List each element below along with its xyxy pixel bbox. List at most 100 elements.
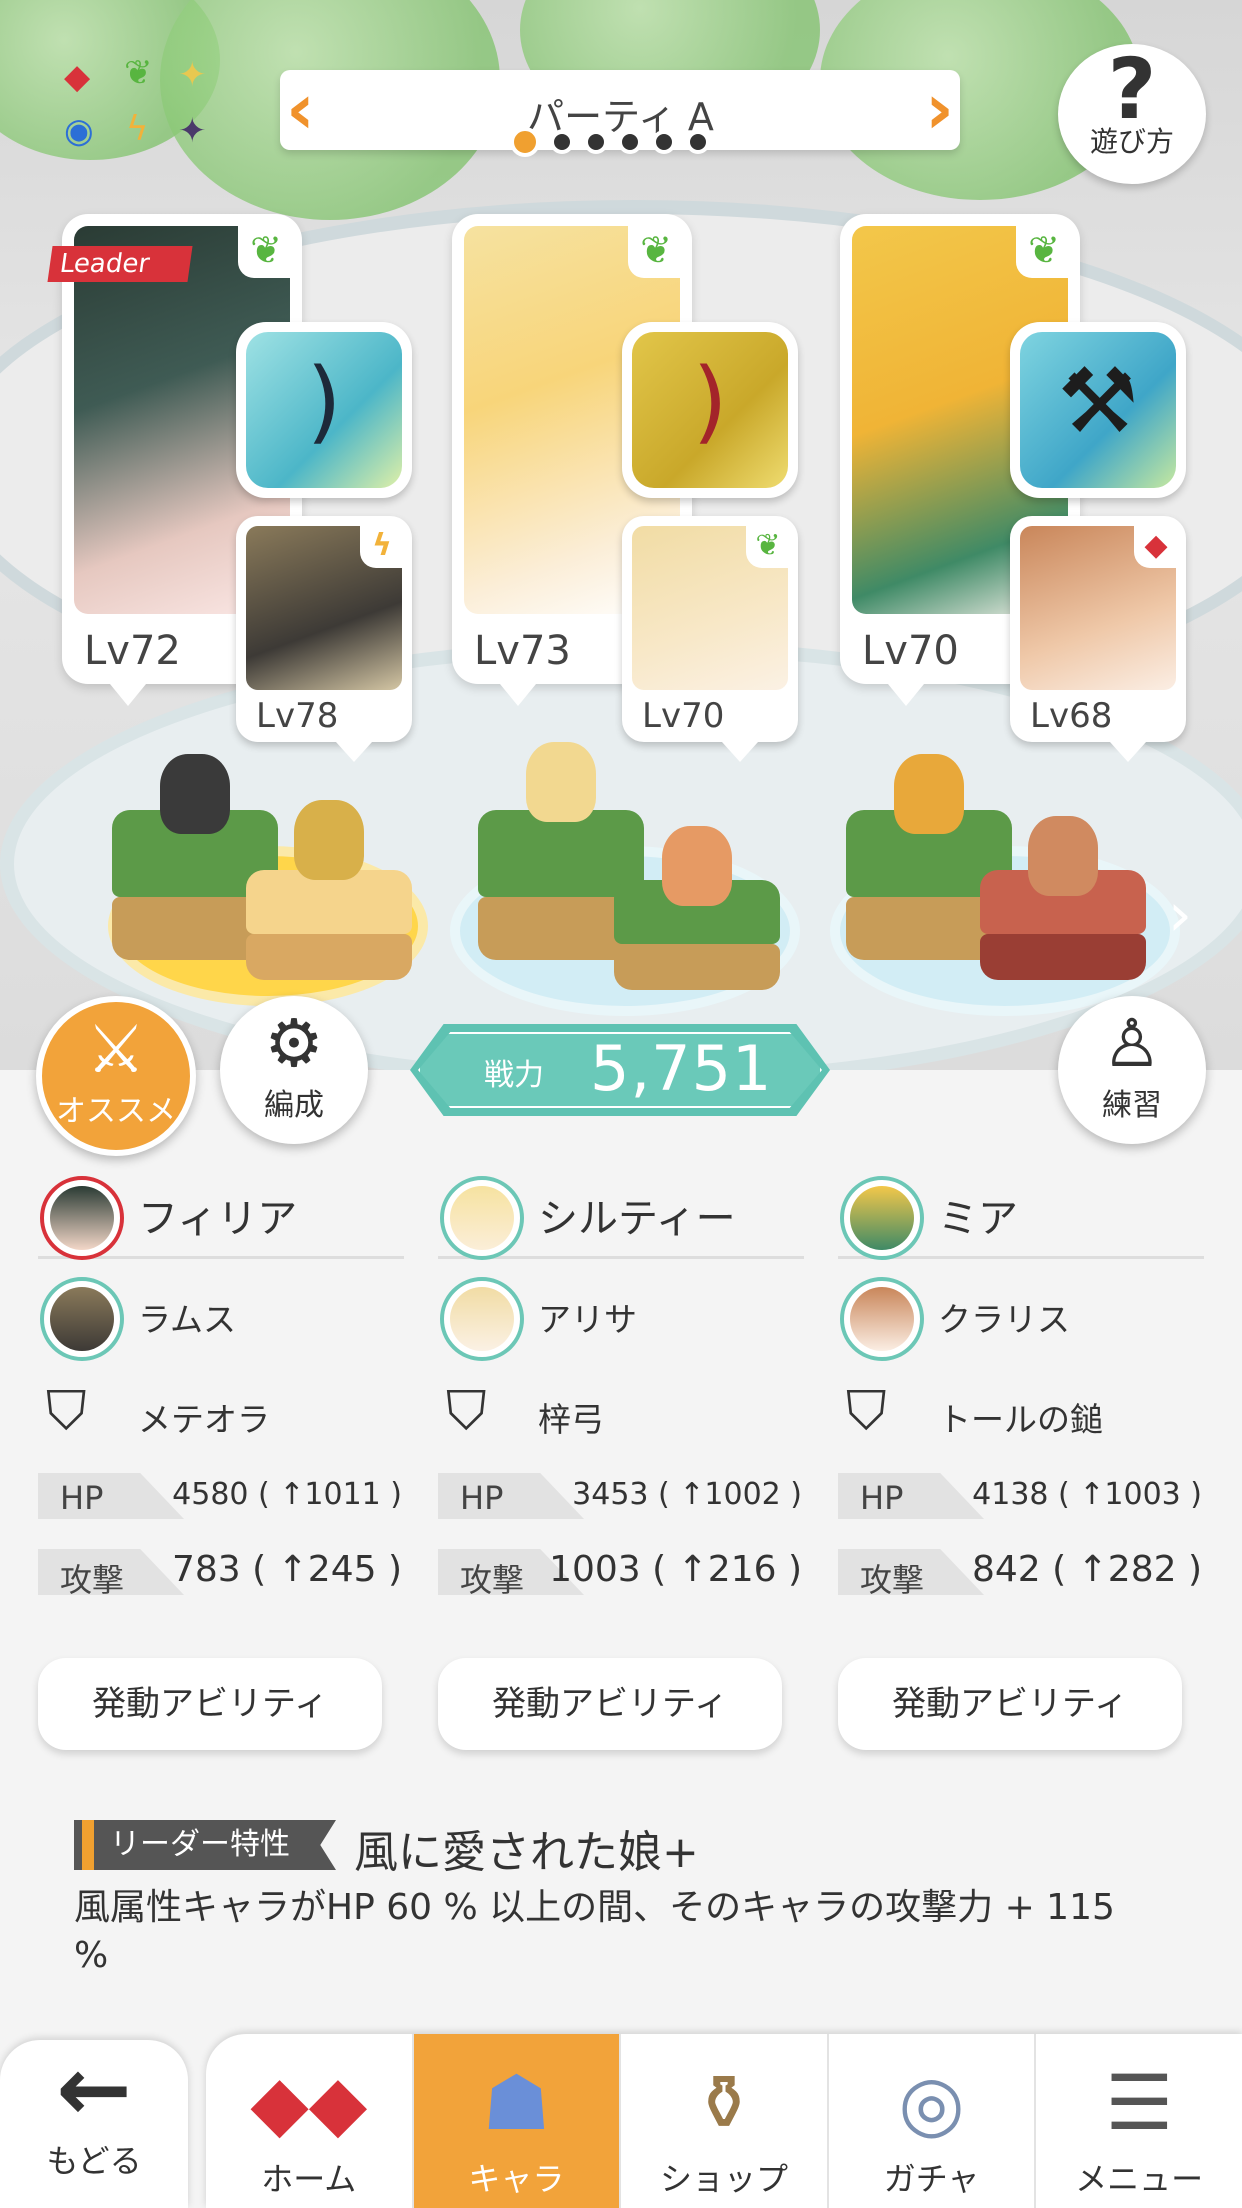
bow-icon: ): [692, 349, 728, 454]
chibi-sprite[interactable]: [1028, 816, 1098, 896]
hp-value: 4138 ( ↑1003 ): [972, 1477, 1202, 1512]
avatar-face: [850, 1287, 914, 1351]
shop-bag-icon: ⚱: [692, 2058, 756, 2147]
weapon-row[interactable]: ⛉ トールの鎚: [838, 1359, 1204, 1459]
avatar: [440, 1176, 524, 1260]
element-chart[interactable]: ◆ ❦ ✦ ◉ ϟ ✦: [60, 56, 220, 156]
page-dot[interactable]: [550, 130, 574, 154]
sub-character-row[interactable]: ラムス: [38, 1259, 404, 1361]
weapon-slot[interactable]: ⚒: [1010, 322, 1186, 498]
sub-character-level: Lv68: [1030, 696, 1113, 736]
nav-gacha[interactable]: ◎ ガチャ: [829, 2034, 1037, 2208]
recommend-label: オススメ: [56, 1094, 176, 1129]
leader-skill-name: 風に愛された娘+: [354, 1827, 699, 1878]
circle-icon: ◉: [64, 111, 94, 151]
ability-button[interactable]: 発動アビリティ: [38, 1658, 382, 1750]
power-value: 5,751: [590, 1032, 773, 1105]
character-icon: ☗: [482, 2058, 551, 2147]
weapon-row[interactable]: ⛉ メテオラ: [38, 1359, 404, 1459]
bow-icon: ): [306, 349, 342, 454]
nav-home[interactable]: ◆◆ ホーム: [206, 2034, 414, 2208]
attack-label: 攻撃: [860, 1561, 925, 1599]
chibi-sprite[interactable]: [662, 826, 732, 906]
avatar-face: [450, 1287, 514, 1351]
formation-label: 編成: [264, 1088, 324, 1123]
back-label: もどる: [46, 2142, 142, 2180]
attack-tag: 攻撃: [38, 1549, 184, 1595]
power-label: 戦力: [484, 1058, 544, 1093]
main-character-row[interactable]: シルティー: [438, 1172, 804, 1260]
sub-character-row[interactable]: クラリス: [838, 1259, 1204, 1361]
avatar-face: [50, 1186, 114, 1250]
sub-character-row[interactable]: アリサ: [438, 1259, 804, 1361]
practice-label: 練習: [1102, 1088, 1162, 1123]
page-dot[interactable]: [652, 130, 676, 154]
sub-character-card[interactable]: ◆ Lv68: [1010, 516, 1186, 742]
pixel-block-sand: [246, 870, 412, 980]
avatar: [440, 1277, 524, 1361]
help-button[interactable]: ? 遊び方: [1058, 44, 1206, 184]
hp-stat: HP 3453 ( ↑1002 ): [438, 1459, 804, 1535]
nav-shop[interactable]: ⚱ ショップ: [621, 2034, 829, 2208]
avatar: [840, 1176, 924, 1260]
formation-button[interactable]: ⚙ 編成: [220, 996, 368, 1144]
chibi-sprite[interactable]: [294, 800, 364, 880]
character-level: Lv72: [84, 628, 181, 674]
chibi-sprite[interactable]: [526, 742, 596, 822]
weapon-slot[interactable]: ): [622, 322, 798, 498]
sub-character-card[interactable]: ❦ Lv70: [622, 516, 798, 742]
main-character-row[interactable]: フィリア: [38, 1172, 404, 1260]
nav-label: ホーム: [261, 2160, 357, 2198]
page-dot[interactable]: [584, 130, 608, 154]
nav-chara[interactable]: ☗ キャラ: [413, 2034, 622, 2208]
attack-stat: 攻撃 842 ( ↑282 ): [838, 1535, 1204, 1611]
hp-stat: HP 4580 ( ↑1011 ): [38, 1459, 404, 1535]
chibi-sprite[interactable]: [160, 754, 230, 834]
card-tail: [888, 684, 924, 706]
weapon-shield-icon: ⛉: [846, 1379, 887, 1442]
sub-character-name: アリサ: [538, 1300, 637, 1339]
sub-character-card[interactable]: ϟ Lv78: [236, 516, 412, 742]
ability-button[interactable]: 発動アビリティ: [438, 1658, 782, 1750]
member-column: フィリア ラムス ⛉ メテオラ HP 4580 ( ↑1011 ) 攻撃 783…: [38, 1172, 404, 1611]
scroll-right-chevron-icon[interactable]: ›: [1168, 880, 1192, 950]
avatar: [40, 1277, 124, 1361]
next-party-arrow-icon[interactable]: ›: [925, 74, 954, 144]
sub-character-level: Lv70: [642, 696, 725, 736]
weapon-shield-icon: ⛉: [446, 1379, 487, 1442]
back-arrow-icon: ←: [56, 2037, 132, 2142]
character-level: Lv70: [862, 628, 959, 674]
practice-button[interactable]: ♙ 練習: [1058, 996, 1206, 1144]
menu-list-icon: ☰: [1105, 2058, 1174, 2147]
sub-character-level: Lv78: [256, 696, 339, 736]
recommend-button[interactable]: ⚔ オススメ: [36, 996, 196, 1156]
wind-element-icon: ❦: [1016, 222, 1072, 278]
main-character-row[interactable]: ミア: [838, 1172, 1204, 1260]
nav-menu[interactable]: ☰ メニュー: [1036, 2034, 1242, 2208]
bolt-icon: ϟ: [126, 109, 149, 149]
page-dot-active[interactable]: [510, 127, 540, 157]
weapon-row[interactable]: ⛉ 梓弓: [438, 1359, 804, 1459]
chibi-sprite[interactable]: [894, 754, 964, 834]
weapon-slot[interactable]: ): [236, 322, 412, 498]
combat-power-display: 戦力 5,751: [410, 1024, 830, 1116]
card-tail: [722, 742, 758, 762]
diamond-icon: ◆: [64, 57, 91, 97]
character-level: Lv73: [474, 628, 571, 674]
card-tail: [336, 742, 372, 762]
sub-character-name: ラムス: [138, 1300, 237, 1339]
ability-button[interactable]: 発動アビリティ: [838, 1658, 1182, 1750]
nav-label: キャラ: [468, 2160, 565, 2198]
fire-element-icon: ◆: [1134, 524, 1178, 568]
bottom-nav: ← もどる ◆◆ ホーム ☗ キャラ ⚱ ショップ ◎ ガチャ ☰ メニュー: [0, 2030, 1242, 2208]
main-character-name: シルティー: [538, 1196, 736, 1242]
recommend-icon: ⚔: [86, 1011, 146, 1088]
hp-value: 3453 ( ↑1002 ): [572, 1477, 802, 1512]
wind-element-icon: ❦: [238, 222, 294, 278]
page-dot[interactable]: [686, 130, 710, 154]
back-button[interactable]: ← もどる: [0, 2040, 188, 2208]
leader-skill-tag: リーダー特性: [74, 1820, 336, 1870]
nav-tabs: ◆◆ ホーム ☗ キャラ ⚱ ショップ ◎ ガチャ ☰ メニュー: [206, 2034, 1242, 2208]
wind-element-icon: ❦: [628, 222, 684, 278]
page-dot[interactable]: [618, 130, 642, 154]
